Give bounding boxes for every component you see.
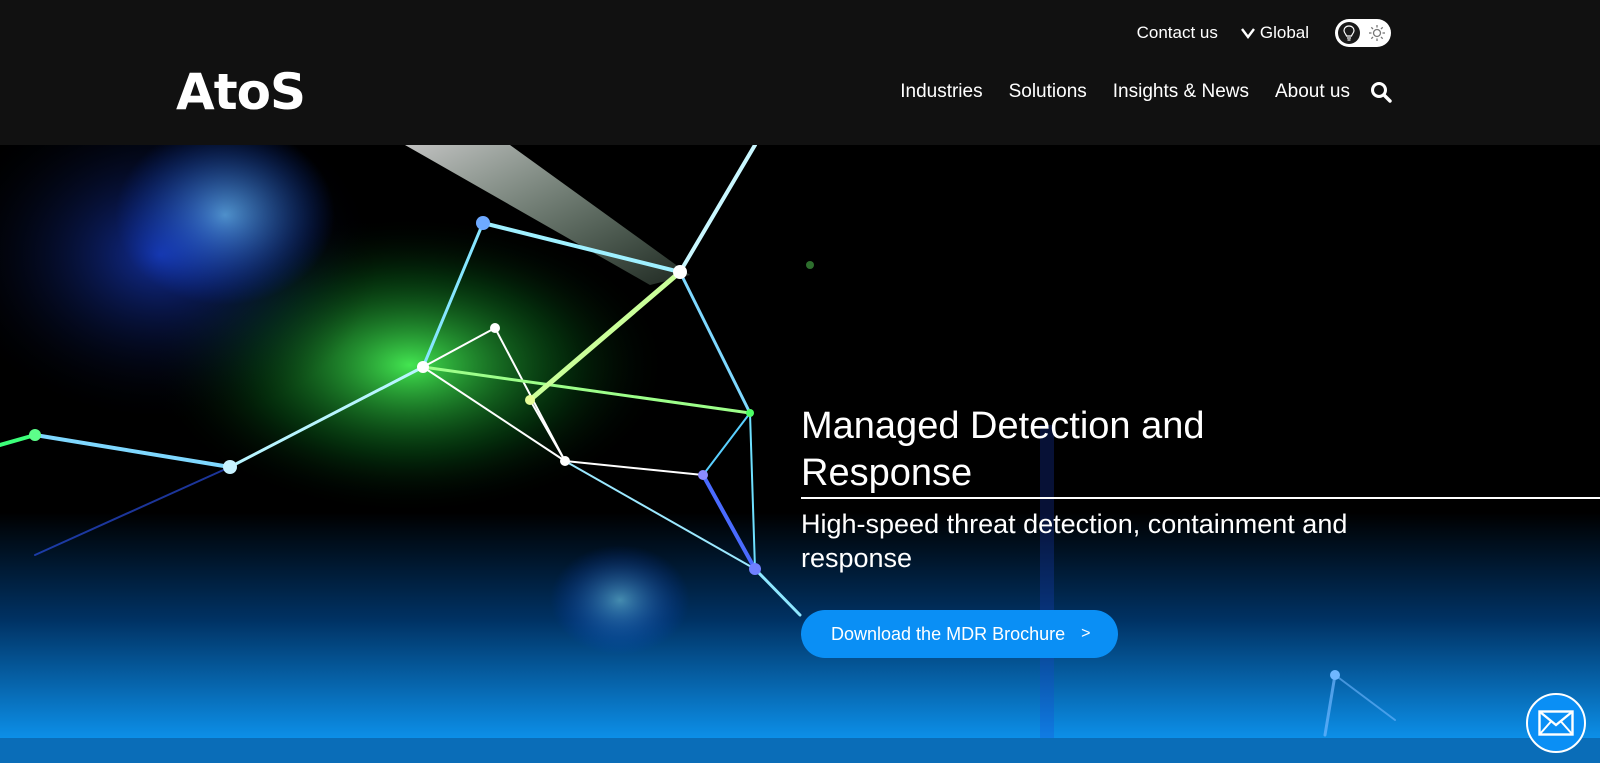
hero-banner: Managed Detection and Response High-spee… bbox=[0, 145, 1600, 738]
nav-item-solutions[interactable]: Solutions bbox=[1009, 81, 1087, 103]
nav-item-about-us[interactable]: About us bbox=[1275, 81, 1350, 103]
main-nav: Industries Solutions Insights & News Abo… bbox=[874, 78, 1392, 106]
contact-mail-button[interactable] bbox=[1526, 693, 1586, 753]
hero-divider bbox=[801, 497, 1600, 499]
mail-icon bbox=[1538, 710, 1574, 736]
lightbulb-icon bbox=[1343, 25, 1355, 41]
chevron-right-icon: > bbox=[1081, 625, 1091, 642]
global-selector[interactable]: Global bbox=[1240, 23, 1309, 43]
atos-logo[interactable]: AtoS bbox=[176, 62, 306, 122]
hero-title: Managed Detection and Response bbox=[801, 405, 1205, 494]
toggle-knob bbox=[1338, 22, 1360, 44]
utility-nav: Contact us Global bbox=[1137, 18, 1391, 48]
nav-item-insights-news[interactable]: Insights & News bbox=[1113, 81, 1249, 103]
site-header: AtoS Contact us Global Industries Soluti… bbox=[0, 0, 1600, 145]
page: AtoS Contact us Global Industries Soluti… bbox=[0, 0, 1600, 763]
cta-label: Download the MDR Brochure bbox=[831, 623, 1066, 644]
contact-us-link[interactable]: Contact us bbox=[1137, 23, 1218, 43]
search-icon[interactable] bbox=[1370, 81, 1392, 103]
hero-subtitle: High-speed threat detection, containment… bbox=[801, 509, 1348, 573]
global-label: Global bbox=[1259, 23, 1309, 42]
chevron-down-icon bbox=[1240, 28, 1255, 39]
nav-item-industries[interactable]: Industries bbox=[900, 81, 982, 103]
bottom-strip bbox=[0, 738, 1600, 763]
download-brochure-button[interactable]: Download the MDR Brochure > bbox=[801, 610, 1118, 658]
sun-icon bbox=[1369, 25, 1385, 41]
theme-toggle[interactable] bbox=[1335, 19, 1391, 47]
